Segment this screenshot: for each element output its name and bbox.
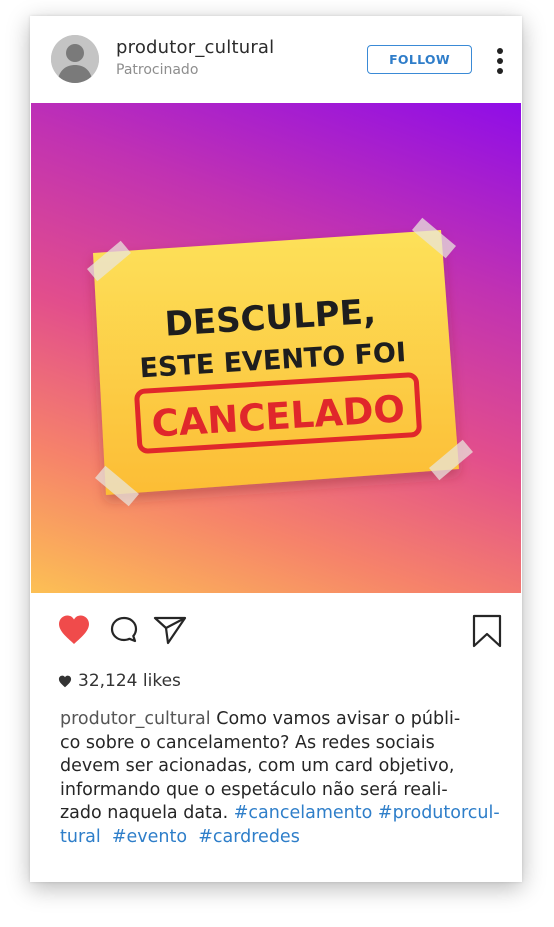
caption-author[interactable]: produtor_cultural bbox=[60, 709, 211, 729]
avatar-placeholder-icon bbox=[51, 35, 99, 83]
hashtag-evento[interactable]: #evento bbox=[112, 827, 187, 847]
sponsored-label: Patrocinado bbox=[116, 62, 199, 78]
avatar[interactable] bbox=[51, 35, 99, 83]
follow-button[interactable]: FOLLOW bbox=[367, 45, 472, 74]
caption-line2: co sobre o cancelamento? As redes sociai… bbox=[60, 732, 435, 753]
small-heart-icon bbox=[58, 675, 72, 687]
caption-line5: zado naquela data. bbox=[60, 803, 234, 823]
action-bar bbox=[30, 612, 522, 656]
likes-text: 32,124 likes bbox=[78, 671, 181, 691]
caption-line1: Como vamos avisar o públi- bbox=[210, 709, 461, 729]
hashtag-produtorcultural-part2[interactable]: tural bbox=[60, 827, 101, 847]
hashtag-cardredes[interactable]: #cardredes bbox=[198, 827, 300, 847]
post-header: produtor_cultural Patrocinado FOLLOW bbox=[30, 16, 522, 104]
hashtag-produtorcultural-part1[interactable]: #produtorcul- bbox=[378, 803, 500, 823]
username[interactable]: produtor_cultural bbox=[116, 37, 274, 58]
comment-icon[interactable] bbox=[109, 615, 139, 645]
post-image[interactable]: DESCULPE, ESTE EVENTO FOI CANCELADO bbox=[31, 103, 521, 593]
cancelled-event-graphic: DESCULPE, ESTE EVENTO FOI CANCELADO bbox=[87, 217, 473, 507]
heart-icon[interactable] bbox=[57, 614, 91, 646]
hashtag-cancelamento[interactable]: #cancelamento bbox=[234, 803, 373, 823]
bookmark-icon[interactable] bbox=[472, 614, 502, 648]
share-icon[interactable] bbox=[153, 615, 187, 645]
more-options-icon[interactable] bbox=[494, 46, 506, 78]
post-card: produtor_cultural Patrocinado FOLLOW DES… bbox=[30, 16, 522, 882]
likes-count[interactable]: 32,124 likes bbox=[58, 671, 181, 691]
caption-line3: devem ser acionadas, com um card objetiv… bbox=[60, 756, 455, 776]
post-caption: produtor_cultural Como vamos avisar o pú… bbox=[60, 708, 505, 849]
caption-line4: informando que o espetáculo não será rea… bbox=[60, 779, 448, 800]
